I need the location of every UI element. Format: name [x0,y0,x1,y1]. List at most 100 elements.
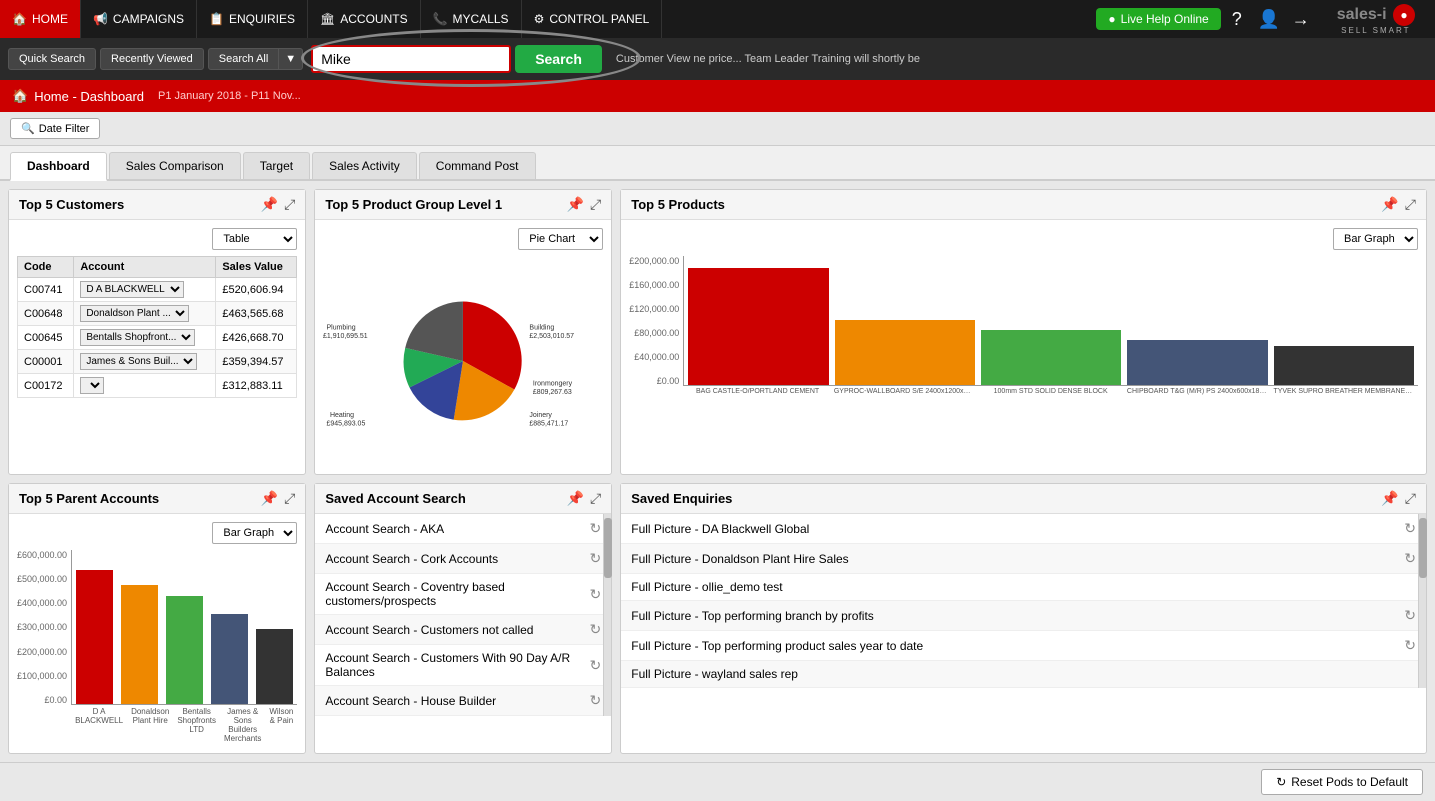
search-input[interactable] [311,45,511,73]
saved-account-item-1[interactable]: Account Search - AKA ↻ [315,514,611,544]
refresh-icon-6[interactable]: ↻ [590,692,602,709]
enquiry-refresh-icon-5[interactable]: ↻ [1404,637,1416,654]
top5customers-pin-icon[interactable]: 📌 [261,196,278,213]
toolbar: Quick Search Recently Viewed Search All … [0,38,1435,80]
bar-4[interactable] [1127,340,1267,385]
nav-mycalls[interactable]: 📞 MYCALLS [421,0,522,38]
saved-account-item-4[interactable]: Account Search - Customers not called ↻ [315,615,611,645]
saved-account-item-5[interactable]: Account Search - Customers With 90 Day A… [315,645,611,686]
bar-2[interactable] [835,320,975,385]
pod-savedenquiries: Saved Enquiries 📌 ⤢ Full Picture - DA Bl… [620,483,1427,754]
pod-top5productgroup-body: Pie Chart Bar Graph Table [315,220,611,474]
top5products-x-labels: BAG CASTLE-O/PORTLAND CEMENT GYPROC-WALL… [683,386,1418,397]
account-select-1[interactable]: Donaldson Plant ... [80,305,189,322]
user-button[interactable]: 👤 [1253,3,1285,35]
account-select-2[interactable]: Bentalls Shopfront... [80,329,195,346]
top5parentaccounts-expand-icon[interactable]: ⤢ [284,490,295,507]
search-all-dropdown[interactable]: ▼ [279,48,303,70]
bar-5[interactable] [1274,346,1414,385]
bar-3[interactable] [981,330,1121,385]
saved-enquiry-item-1[interactable]: Full Picture - DA Blackwell Global ↻ [621,514,1426,544]
top5customers-table-scroll[interactable]: Code Account Sales Value C00741 D A BLAC… [17,256,297,398]
enquiry-scroll-thumb[interactable] [1419,518,1427,578]
enquiry-refresh-icon-4[interactable]: ↻ [1404,607,1416,624]
pa-bar-item-2 [121,585,158,704]
live-help-button[interactable]: ● Live Help Online [1096,8,1220,30]
saved-account-item-2[interactable]: Account Search - Cork Accounts ↻ [315,544,611,574]
nav-home[interactable]: 🏠 HOME [0,0,81,38]
savedenquiries-expand-icon[interactable]: ⤢ [1405,490,1416,507]
top5products-chart-select[interactable]: Bar Graph Pie Chart Table [1333,228,1418,250]
savedaccountsearch-expand-icon[interactable]: ⤢ [590,490,601,507]
search-button[interactable]: Search [515,45,602,73]
tab-sales-activity[interactable]: Sales Activity [312,152,417,179]
refresh-icon-4[interactable]: ↻ [590,621,602,638]
tab-command-post[interactable]: Command Post [419,152,536,179]
nav-controlpanel[interactable]: ⚙ CONTROL PANEL [522,0,663,38]
pod-top5customers-title: Top 5 Customers [19,197,124,212]
top5productgroup-expand-icon[interactable]: ⤢ [590,196,601,213]
top5parentaccounts-chart-select[interactable]: Bar Graph Pie Chart Table [212,522,297,544]
saved-enquiry-item-3[interactable]: Full Picture - ollie_demo test [621,574,1426,601]
saved-enquiry-item-6[interactable]: Full Picture - wayland sales rep [621,661,1426,688]
refresh-icon-2[interactable]: ↻ [590,550,602,567]
savedaccountsearch-pin-icon[interactable]: 📌 [567,490,584,507]
pa-bar-1[interactable] [76,570,113,704]
account-select-3[interactable]: James & Sons Buil... [80,353,197,370]
x-label-4: CHIPBOARD T&G (M/R) PS 2400x600x18mm [1127,388,1268,395]
scroll-thumb[interactable] [604,518,612,578]
savedaccountsearch-list[interactable]: Account Search - AKA ↻ Account Search - … [315,514,611,716]
search-all-button[interactable]: Search All [208,48,280,70]
reset-pods-button[interactable]: ↻ Reset Pods to Default [1261,769,1423,795]
bar-1[interactable] [688,268,828,385]
saved-enquiry-item-5[interactable]: Full Picture - Top performing product sa… [621,631,1426,661]
pa-y-label-7: £0.00 [17,695,67,705]
top5productgroup-chart-select[interactable]: Pie Chart Bar Graph Table [518,228,603,250]
pod-savedaccountsearch-icons: 📌 ⤢ [567,490,602,507]
pa-bar-5[interactable] [256,629,293,704]
nav-accounts[interactable]: 🏛 ACCOUNTS [308,0,421,38]
refresh-icon-1[interactable]: ↻ [590,520,602,537]
pod-top5products: Top 5 Products 📌 ⤢ Bar Graph Pie Chart T… [620,189,1427,475]
pa-bar-2[interactable] [121,585,158,704]
refresh-icon-3[interactable]: ↻ [590,586,602,603]
pa-bar-4[interactable] [211,614,248,704]
quick-search-button[interactable]: Quick Search [8,48,96,70]
saved-account-item-6[interactable]: Account Search - House Builder ↻ [315,686,611,716]
help-button[interactable]: ? [1221,3,1253,35]
pod-top5productgroup: Top 5 Product Group Level 1 📌 ⤢ Pie Char… [314,189,612,475]
top5products-expand-icon[interactable]: ⤢ [1405,196,1416,213]
account-select-4[interactable] [80,377,104,394]
savedenquiries-list[interactable]: Full Picture - DA Blackwell Global ↻ Ful… [621,514,1426,688]
nav-campaigns[interactable]: 📢 CAMPAIGNS [81,0,197,38]
tab-dashboard[interactable]: Dashboard [10,152,107,181]
forward-button[interactable]: → [1285,3,1317,35]
svg-text:£809,267.63: £809,267.63 [533,389,572,396]
top5productgroup-pin-icon[interactable]: 📌 [567,196,584,213]
top5customers-chart-select[interactable]: Table Bar Graph Pie Chart [212,228,297,250]
top5products-pin-icon[interactable]: 📌 [1381,196,1398,213]
top5parentaccounts-pin-icon[interactable]: 📌 [261,490,278,507]
pod-top5productgroup-icons: 📌 ⤢ [567,196,602,213]
savedenquiries-pin-icon[interactable]: 📌 [1381,490,1398,507]
tab-target[interactable]: Target [243,152,310,179]
refresh-icon-5[interactable]: ↻ [590,657,602,674]
enquiry-refresh-icon-1[interactable]: ↻ [1404,520,1416,537]
saved-enquiry-item-2[interactable]: Full Picture - Donaldson Plant Hire Sale… [621,544,1426,574]
saved-enquiry-item-4[interactable]: Full Picture - Top performing branch by … [621,601,1426,631]
saved-account-item-3[interactable]: Account Search - Coventry based customer… [315,574,611,615]
account-select-0[interactable]: D A BLACKWELL [80,281,184,298]
logo-subtitle: SELL SMART [1341,26,1410,35]
top5customers-expand-icon[interactable]: ⤢ [284,196,295,213]
date-filter-button[interactable]: 🔍 Date Filter [10,118,100,139]
enquiry-refresh-icon-2[interactable]: ↻ [1404,550,1416,567]
pa-bar-item-3 [166,596,203,704]
tab-sales-comparison[interactable]: Sales Comparison [109,152,241,179]
table-row: C00741 D A BLACKWELL £520,606.94 [18,278,297,302]
breadcrumb-bar: 🏠 Home - Dashboard P1 January 2018 - P11… [0,80,1435,112]
campaigns-icon: 📢 [93,12,108,26]
recently-viewed-button[interactable]: Recently Viewed [100,48,204,70]
nav-enquiries[interactable]: 📋 ENQUIRIES [197,0,308,38]
pa-bar-3[interactable] [166,596,203,704]
pa-x-label-5: Wilson & Pain [269,707,293,743]
